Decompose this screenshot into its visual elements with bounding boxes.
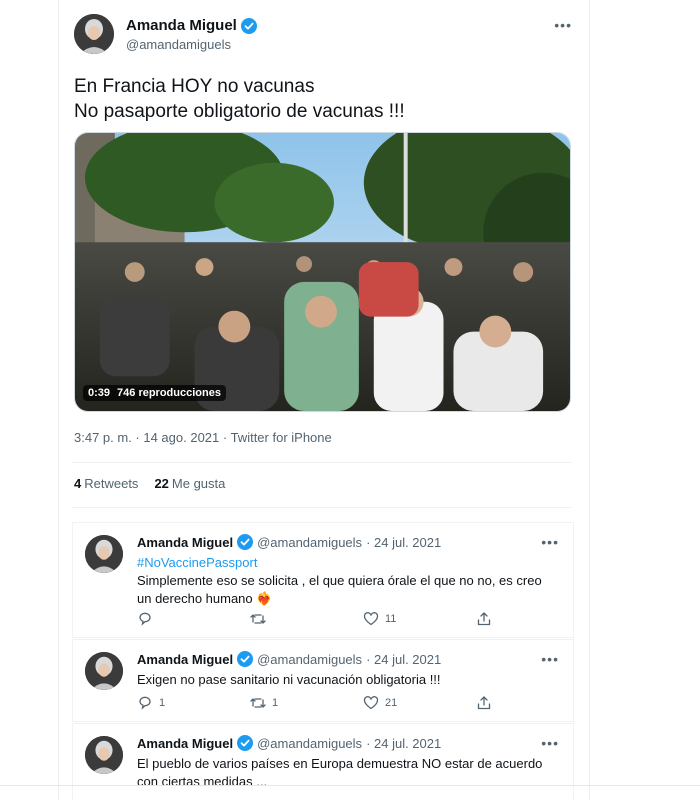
author-handle[interactable]: @amandamiguels [257,652,362,667]
video-badge: 0:39 746 reproducciones [83,385,226,401]
reply-button[interactable]: 1 [137,695,250,711]
likes-stat[interactable]: 22 Me gusta [154,476,225,491]
video-thumbnail [75,133,570,411]
reply-tweet[interactable]: Amanda Miguel @amandamiguels · 24 jul. 2… [72,723,574,800]
like-count: 21 [385,697,398,709]
verified-badge-icon [237,735,254,751]
reply-button[interactable] [137,611,250,627]
share-icon [476,611,492,627]
retweets-stat[interactable]: 4 Retweets [74,476,138,491]
reply-icon [137,695,153,711]
tweet-actions: 1 1 21 [137,695,589,711]
reply-icon [137,611,153,627]
main-tweet: Amanda Miguel @amandamiguels ••• En Fran… [72,10,582,510]
video-views: 746 reproducciones [117,387,221,399]
share-button[interactable] [476,695,589,711]
more-options-icon[interactable]: ••• [541,736,559,750]
author-handle[interactable]: @amandamiguels [257,736,362,751]
reply-text-content: Exigen no pase sanitario ni vacunación o… [137,672,441,687]
author-handle[interactable]: @amandamiguels [126,37,231,52]
like-button[interactable]: 21 [363,695,476,711]
video-duration: 0:39 [88,387,111,399]
tweet-actions: 11 [137,611,589,627]
avatar[interactable] [85,652,123,690]
author-name[interactable]: Amanda Miguel [137,736,233,751]
retweet-icon [250,611,266,627]
divider [72,462,572,463]
author-name[interactable]: Amanda Miguel [137,535,233,550]
reply-tweet[interactable]: Amanda Miguel @amandamiguels · 24 jul. 2… [72,522,574,638]
reply-text: Exigen no pase sanitario ni vacunación o… [137,671,557,689]
verified-badge-icon [240,17,257,34]
reply-text-content: Simplemente eso se solicita , el que qui… [137,573,542,606]
author-name[interactable]: Amanda Miguel [126,17,237,34]
tweet-date[interactable]: · 24 jul. 2021 [366,535,441,550]
hashtag-link[interactable]: #NoVaccinePassport [137,554,557,572]
more-options-icon[interactable]: ••• [541,535,559,549]
tweet-text-line: En Francia HOY no vacunas [74,76,315,97]
verified-badge-icon [237,651,254,667]
tweet-date[interactable]: · 24 jul. 2021 [366,736,441,751]
retweet-count: 1 [272,697,279,709]
heart-icon [363,695,379,711]
retweet-icon [250,695,266,711]
like-count: 11 [385,613,397,625]
retweet-button[interactable] [250,611,363,627]
author-name[interactable]: Amanda Miguel [137,652,233,667]
share-button[interactable] [476,611,589,627]
reply-count: 1 [159,697,166,709]
tweet-header: Amanda Miguel @amandamiguels ••• [72,10,582,58]
tweet-date[interactable]: · 24 jul. 2021 [366,652,441,667]
avatar[interactable] [85,736,123,774]
divider [72,507,572,508]
share-icon [476,695,492,711]
like-button[interactable]: 11 [363,611,476,627]
more-options-icon[interactable]: ••• [554,18,572,32]
heart-icon [363,611,379,627]
reply-text: #NoVaccinePassport Simplemente eso se so… [137,554,557,608]
avatar[interactable] [74,14,114,54]
retweet-button[interactable]: 1 [250,695,363,711]
bottom-divider [0,785,700,786]
more-options-icon[interactable]: ••• [541,652,559,666]
tweet-timestamp[interactable]: 3:47 p. m. · 14 ago. 2021 · Twitter for … [74,430,332,445]
video-player[interactable]: 0:39 746 reproducciones [74,132,571,412]
tweet-text-line: No pasaporte obligatorio de vacunas !!! [74,101,405,122]
avatar[interactable] [85,535,123,573]
tweet-text: En Francia HOY no vacunas No pasaporte o… [74,74,574,124]
author-handle[interactable]: @amandamiguels [257,535,362,550]
verified-badge-icon [237,534,254,550]
reply-tweet[interactable]: Amanda Miguel @amandamiguels · 24 jul. 2… [72,639,574,722]
engagement-stats: 4 Retweets 22 Me gusta [74,476,225,491]
